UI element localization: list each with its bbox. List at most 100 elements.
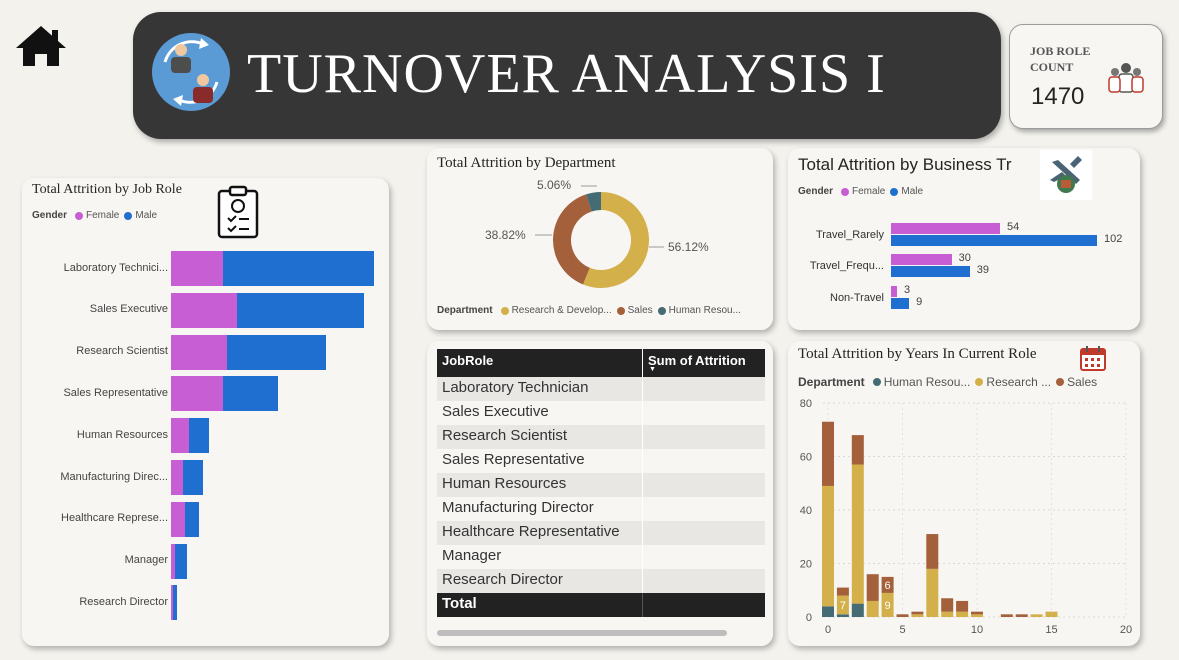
- table-row[interactable]: Research Scientist: [437, 425, 765, 449]
- bar-male[interactable]: [226, 334, 327, 370]
- bar-segment-sales[interactable]: [971, 611, 983, 615]
- bar-value-label: 9: [885, 600, 891, 612]
- horizontal-scrollbar[interactable]: [437, 630, 727, 636]
- bar-female[interactable]: [171, 418, 189, 454]
- table-row[interactable]: Human Resources: [437, 473, 765, 497]
- bar-segment-rd[interactable]: [1045, 611, 1058, 617]
- bar-female[interactable]: [891, 223, 1001, 234]
- bar-segment-sales[interactable]: [836, 587, 849, 596]
- bar-segment-sales[interactable]: [956, 600, 969, 612]
- cell-jobrole: Sales Representative: [442, 451, 585, 468]
- legend-title: Gender: [798, 186, 834, 197]
- table-row[interactable]: Manager: [437, 545, 765, 569]
- y-tick-label: 60: [800, 452, 812, 464]
- legend-title: Department: [437, 305, 493, 316]
- cell-sum-attrition: [642, 473, 765, 497]
- bar-segment-hr[interactable]: [851, 603, 864, 617]
- bar-segment-sales[interactable]: [926, 534, 939, 569]
- bar-segment-hr[interactable]: [822, 606, 834, 617]
- bar-segment-sales[interactable]: [896, 614, 909, 617]
- table-row[interactable]: Manufacturing Director: [437, 497, 765, 521]
- bar-male[interactable]: [174, 543, 187, 579]
- bar-segment-rd[interactable]: [971, 614, 983, 617]
- bar-male[interactable]: [891, 266, 970, 277]
- bar-segment-sales[interactable]: [911, 611, 924, 615]
- hr-legend-dot: [657, 306, 666, 315]
- legend-sales: Sales: [627, 305, 653, 316]
- job-role-table[interactable]: JobRole Sum of Attrition ▼ Laboratory Te…: [437, 349, 765, 617]
- table-header: JobRole Sum of Attrition ▼: [437, 349, 765, 377]
- cell-sum-attrition: [642, 425, 765, 449]
- attrition-by-years-in-role-card[interactable]: Total Attrition by Years In Current Role…: [788, 341, 1140, 646]
- table-body: Laboratory Technician Sales Executive Rese…: [437, 377, 765, 593]
- y-tick-label: 80: [800, 398, 812, 410]
- bar-segment-sales[interactable]: [1015, 614, 1028, 617]
- clipboard-icon: [217, 185, 259, 239]
- chart-title: Total Attrition by Job Role: [32, 182, 182, 197]
- team-icon: [1108, 63, 1144, 93]
- job-role-table-card[interactable]: JobRole Sum of Attrition ▼ Laboratory Te…: [427, 341, 773, 646]
- home-button[interactable]: [14, 24, 68, 68]
- column-header-jobrole[interactable]: JobRole: [437, 349, 642, 377]
- bar-male[interactable]: [222, 376, 279, 412]
- bar-female[interactable]: [171, 292, 237, 328]
- bar-female[interactable]: [171, 334, 227, 370]
- bar-segment-rd[interactable]: [1030, 614, 1043, 617]
- bar-female[interactable]: [171, 251, 223, 286]
- bar-segment-sales[interactable]: [941, 598, 954, 612]
- legend-male: Male: [135, 210, 158, 221]
- bar-segment-rd[interactable]: [941, 611, 954, 617]
- bar-male[interactable]: [236, 292, 365, 328]
- cell-sum-attrition: [642, 401, 765, 425]
- bar-male[interactable]: [182, 460, 203, 495]
- bar-female[interactable]: [891, 286, 898, 297]
- bar-segment-rd[interactable]: [911, 614, 924, 617]
- cell-sum-attrition: [642, 521, 765, 545]
- cell-sum-attrition: [642, 545, 765, 569]
- bar-male[interactable]: [188, 418, 209, 454]
- job-role-label: Sales Representative: [63, 386, 168, 399]
- legend-title: Gender: [32, 210, 68, 221]
- bar-male[interactable]: [184, 501, 199, 537]
- bar-female[interactable]: [891, 254, 952, 265]
- bar-segment-sales[interactable]: [866, 574, 879, 601]
- y-tick-label: 40: [800, 505, 812, 517]
- bar-male[interactable]: [891, 298, 910, 309]
- bar-segment-rd[interactable]: [851, 464, 864, 604]
- department-legend: Department Research & Develop... Sales H…: [437, 305, 741, 316]
- cell-sum-attrition: [642, 497, 765, 521]
- male-legend-dot: [124, 211, 133, 220]
- attrition-by-department-card[interactable]: Total Attrition by Department 5.06% 38.8…: [427, 148, 773, 330]
- bar-segment-rd[interactable]: [866, 600, 879, 617]
- bar-segment-rd[interactable]: [926, 568, 939, 617]
- cell-jobrole: Healthcare Representative: [442, 523, 620, 540]
- travel-label: Travel_Rarely: [815, 229, 884, 241]
- table-row[interactable]: Laboratory Technician: [437, 377, 765, 401]
- bar-segment-hr[interactable]: [836, 614, 849, 617]
- bar-male[interactable]: [222, 251, 375, 286]
- page-title: TURNOVER ANALYSIS I: [247, 43, 886, 105]
- bar-segment-rd[interactable]: [822, 485, 834, 607]
- bar-segment-sales[interactable]: [851, 435, 864, 465]
- cell-jobrole: Human Resources: [442, 475, 567, 492]
- bar-male[interactable]: [891, 235, 1097, 246]
- table-row[interactable]: Research Director: [437, 569, 765, 593]
- sales-legend-dot: [616, 306, 625, 315]
- attrition-by-job-role-card[interactable]: Total Attrition by Job Role Gender Femal…: [22, 178, 389, 646]
- job-role-label: Research Scientist: [76, 345, 168, 358]
- bar-male[interactable]: [172, 585, 177, 621]
- bar-female[interactable]: [171, 376, 223, 412]
- cell-jobrole: Manufacturing Director: [442, 499, 594, 516]
- table-row[interactable]: Sales Executive: [437, 401, 765, 425]
- bar-segment-rd[interactable]: [956, 611, 969, 617]
- bar-female[interactable]: [171, 460, 183, 495]
- column-header-sum-attrition[interactable]: Sum of Attrition ▼: [642, 349, 765, 377]
- bar-female[interactable]: [171, 501, 185, 537]
- x-tick-label: 20: [1120, 624, 1132, 636]
- table-row[interactable]: Healthcare Representative: [437, 521, 765, 545]
- bar-segment-sales[interactable]: [1000, 614, 1013, 617]
- bar-segment-sales[interactable]: [822, 421, 834, 486]
- job-role-label: Manufacturing Direc...: [60, 470, 168, 483]
- attrition-by-business-travel-card[interactable]: Total Attrition by Business Tr Gender Fe…: [788, 148, 1140, 330]
- table-row[interactable]: Sales Representative: [437, 449, 765, 473]
